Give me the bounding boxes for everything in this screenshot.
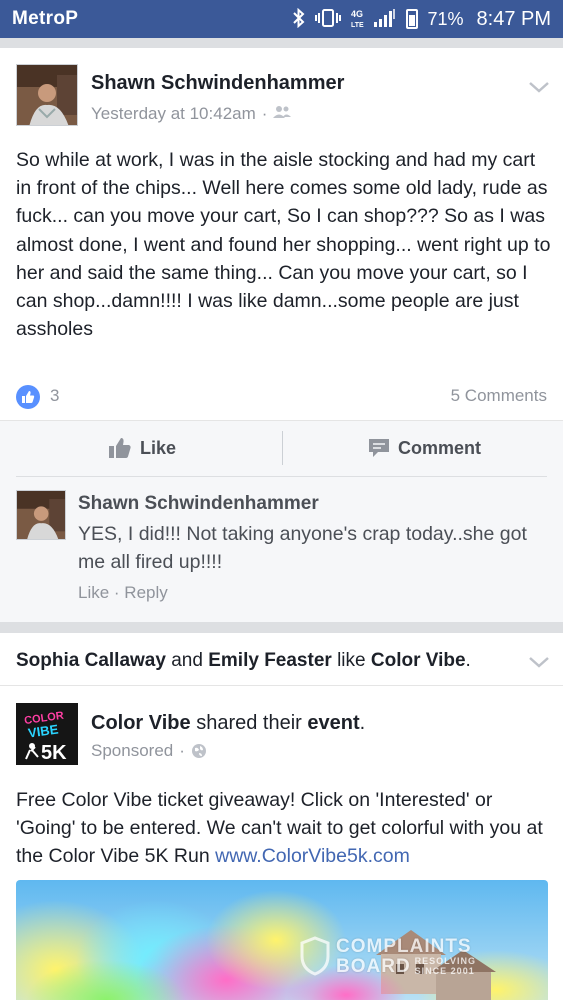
color-vibe-logo[interactable]: COLOR VIBE 5K — [16, 703, 78, 765]
story-period: . — [465, 650, 471, 671]
action-divider — [282, 431, 283, 465]
like-button[interactable]: Like — [108, 421, 176, 475]
shield-icon — [300, 936, 330, 976]
watermark-text: COMPLAINTS BOARD RESOLVING SINCE 2001 — [336, 937, 476, 976]
story-connector-and: and — [165, 650, 209, 671]
post-body: So while at work, I was in the aisle sto… — [16, 149, 551, 341]
comment-icon — [369, 439, 389, 457]
bluetooth-icon — [292, 7, 306, 31]
vibrate-icon — [315, 8, 342, 31]
social-context: Sophia Callaway and Emily Feaster like C… — [16, 650, 471, 672]
battery-percent: 71% — [427, 8, 464, 29]
page-name[interactable]: Color Vibe — [91, 712, 191, 734]
friends-icon — [273, 104, 292, 124]
comment-author[interactable]: Shawn Schwindenhammer — [78, 493, 319, 515]
sponsored-label[interactable]: Sponsored — [91, 741, 173, 761]
friend-name-2[interactable]: Emily Feaster — [208, 650, 332, 671]
story-divider — [0, 685, 563, 686]
logo-text-line3: 5K — [41, 742, 67, 764]
sponsored-post-card: Sophia Callaway and Emily Feaster like C… — [0, 633, 563, 1000]
svg-text:LTE: LTE — [351, 22, 364, 29]
battery-icon — [406, 9, 419, 29]
thumbs-up-icon — [109, 438, 131, 458]
lte-icon: 4G LTE — [350, 7, 364, 32]
svg-text:4G: 4G — [351, 9, 363, 19]
status-bar: MetroP 4G LTE 71% 8:47 PM — [0, 0, 563, 38]
comment-button-label: Comment — [398, 437, 482, 458]
watermark-line4: SINCE 2001 — [414, 965, 475, 976]
meta-dot: · — [261, 104, 268, 123]
feed-divider — [0, 38, 563, 48]
external-link[interactable]: www.ColorVibe5k.com — [215, 845, 410, 867]
event-link[interactable]: event — [307, 712, 359, 734]
shared-text: shared their — [190, 712, 308, 734]
clock: 8:47 PM — [476, 7, 551, 30]
post-body: Free Color Vibe ticket giveaway! Click o… — [16, 786, 551, 871]
commenter-avatar[interactable] — [16, 490, 66, 540]
author-avatar[interactable] — [16, 64, 78, 126]
post-meta: Sponsored · — [91, 741, 207, 761]
comment-actions: Like · Reply — [78, 583, 168, 603]
story-page-name[interactable]: Color Vibe — [371, 650, 466, 671]
comments-divider — [16, 476, 547, 477]
comment-reply-link[interactable]: Reply — [124, 583, 167, 602]
comment-button[interactable]: Comment — [368, 421, 481, 475]
like-count[interactable]: 3 — [50, 386, 59, 406]
globe-icon — [191, 744, 206, 758]
like-reaction-icon[interactable] — [16, 385, 40, 409]
comment-like-link[interactable]: Like — [78, 583, 109, 602]
watermark-line1: COMPLAINTS — [336, 935, 472, 957]
watermark: COMPLAINTS BOARD RESOLVING SINCE 2001 — [300, 936, 476, 976]
meta-dot: · — [179, 741, 185, 760]
comments-count[interactable]: 5 Comments — [451, 386, 547, 406]
post-author[interactable]: Shawn Schwindenhammer — [91, 72, 344, 95]
post-timestamp[interactable]: Yesterday at 10:42am — [91, 104, 256, 124]
comment-text: YES, I did!!! Not taking anyone's crap t… — [78, 523, 527, 573]
status-icons: 4G LTE 71% 8:47 PM — [292, 7, 551, 32]
like-button-label: Like — [140, 437, 177, 458]
carrier-name: MetroP — [12, 8, 79, 29]
watermark-line3: RESOLVING — [414, 955, 477, 966]
post-actions-bar: Like Comment — [0, 420, 563, 476]
watermark-line2: BOARD — [336, 955, 411, 977]
story-connector-like: like — [331, 650, 371, 671]
headline-period: . — [359, 712, 366, 734]
shared-headline: Color Vibe shared their event. — [91, 712, 365, 735]
comment-action-separator: · — [109, 583, 125, 602]
feed-divider — [0, 622, 563, 633]
chevron-down-icon[interactable] — [528, 80, 550, 94]
friend-name-1[interactable]: Sophia Callaway — [16, 650, 166, 671]
chevron-down-icon[interactable] — [528, 655, 550, 669]
post-card: Shawn Schwindenhammer Yesterday at 10:42… — [0, 48, 563, 420]
comments-section: Shawn Schwindenhammer YES, I did!!! Not … — [0, 476, 563, 622]
signal-icon — [373, 8, 397, 31]
post-meta: Yesterday at 10:42am · — [91, 104, 292, 124]
